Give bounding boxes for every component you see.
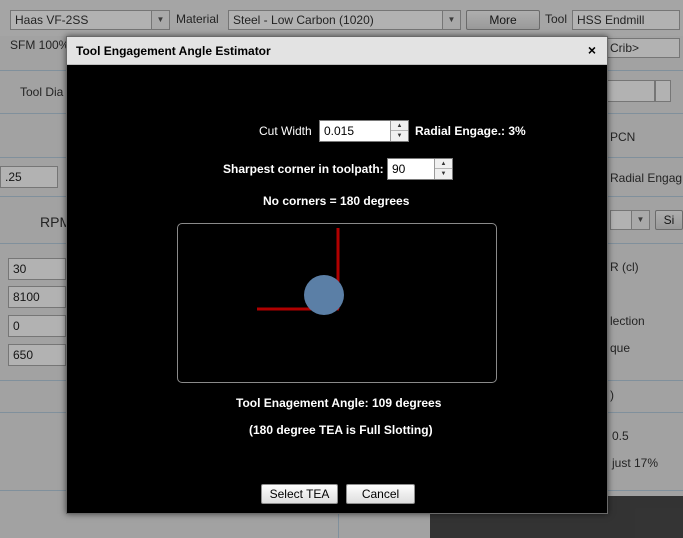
slotting-note: (180 degree TEA is Full Slotting) — [249, 423, 433, 437]
cut-width-stepper[interactable]: ▲ ▼ — [319, 120, 409, 142]
select-tea-button[interactable]: Select TEA — [261, 484, 338, 504]
cut-width-input[interactable] — [320, 121, 390, 141]
radial-engage-text: Radial Engage.: 3% — [415, 124, 526, 138]
sharpest-corner-stepper[interactable]: ▲ ▼ — [387, 158, 453, 180]
cut-width-label: Cut Width — [259, 124, 312, 138]
sharpest-corner-spinner: ▲ ▼ — [434, 159, 452, 179]
engagement-diagram — [257, 228, 344, 315]
tool-circle — [304, 275, 344, 315]
tea-result-text: Tool Enagement Angle: 109 degrees — [236, 396, 442, 410]
spin-down-icon[interactable]: ▼ — [391, 131, 408, 141]
spin-up-icon[interactable]: ▲ — [435, 159, 452, 169]
spin-down-icon[interactable]: ▼ — [435, 169, 452, 179]
tea-estimator-dialog: Tool Engagement Angle Estimator × Cut Wi… — [66, 36, 608, 514]
cancel-button[interactable]: Cancel — [346, 484, 415, 504]
dialog-titlebar[interactable]: Tool Engagement Angle Estimator × — [67, 37, 607, 65]
close-icon[interactable]: × — [585, 42, 599, 58]
cut-width-spinner: ▲ ▼ — [390, 121, 408, 141]
sharpest-corner-input[interactable] — [388, 159, 434, 179]
dialog-title: Tool Engagement Angle Estimator — [76, 44, 271, 58]
sharpest-corner-label: Sharpest corner in toolpath: — [223, 162, 384, 176]
engagement-preview-canvas — [177, 223, 497, 383]
spin-up-icon[interactable]: ▲ — [391, 121, 408, 131]
no-corners-text: No corners = 180 degrees — [263, 194, 410, 208]
